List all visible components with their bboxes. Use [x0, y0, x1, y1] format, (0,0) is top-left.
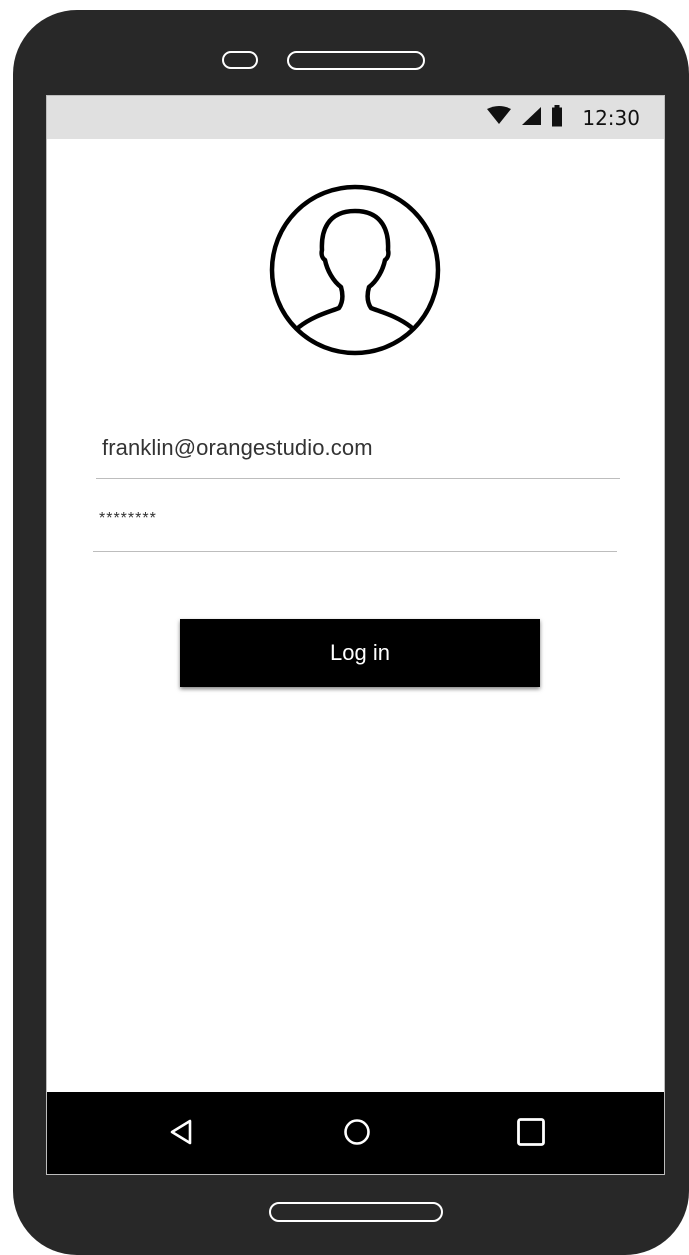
battery-icon	[550, 104, 564, 131]
front-camera	[222, 51, 258, 69]
user-avatar-icon	[269, 184, 441, 356]
bottom-speaker	[269, 1202, 443, 1222]
email-field[interactable]: franklin@orangestudio.com	[96, 421, 620, 479]
login-button[interactable]: Log in	[180, 619, 540, 687]
password-field[interactable]: ********	[93, 496, 617, 552]
earpiece-speaker	[287, 51, 425, 70]
signal-icon	[520, 106, 542, 130]
phone-screen: 12:30 franklin@orangestudio.com ********…	[46, 95, 665, 1175]
recent-apps-icon	[516, 1117, 546, 1151]
recent-apps-button[interactable]	[501, 1092, 561, 1174]
status-icons: 12:30	[486, 96, 640, 139]
status-bar: 12:30	[47, 96, 664, 139]
back-button[interactable]	[151, 1092, 211, 1174]
home-button[interactable]	[327, 1092, 387, 1174]
email-value: franklin@orangestudio.com	[102, 435, 373, 460]
back-icon	[168, 1118, 194, 1150]
password-value: ********	[99, 510, 157, 527]
wifi-icon	[486, 105, 512, 130]
navigation-bar	[47, 1092, 664, 1174]
status-time: 12:30	[582, 105, 640, 130]
home-icon	[343, 1118, 371, 1150]
